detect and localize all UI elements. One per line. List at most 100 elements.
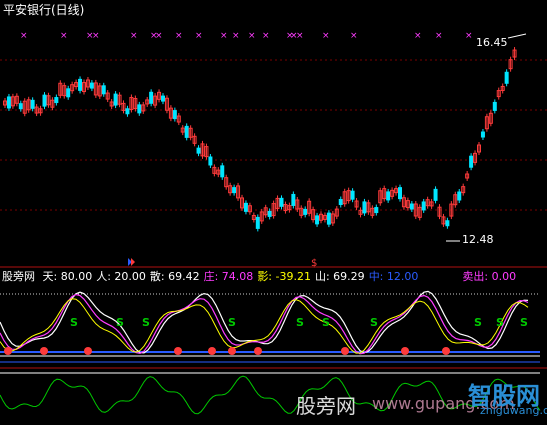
candle-body <box>172 110 177 120</box>
high-price-label: 16.45 <box>476 36 508 49</box>
candle-body <box>113 93 118 106</box>
indicator-field: 卖出: 0.00 <box>462 270 517 283</box>
top-x-mark: × <box>60 31 68 41</box>
candle-body <box>315 215 320 225</box>
candle-body <box>196 147 201 154</box>
candle-body <box>469 155 474 168</box>
candle-body <box>279 197 284 207</box>
candle-body <box>220 165 225 178</box>
sell-marker: S <box>142 316 150 329</box>
indicator-field: 影: -39.21 <box>257 270 311 283</box>
buy-marker <box>254 347 262 355</box>
top-x-mark: × <box>350 31 358 41</box>
sell-marker: S <box>370 316 378 329</box>
sell-marker: S <box>322 316 330 329</box>
candle-body <box>492 101 497 111</box>
top-x-mark: × <box>435 31 443 41</box>
sell-marker: S <box>296 316 304 329</box>
candle-body <box>362 201 367 214</box>
candle-body <box>78 78 83 91</box>
candle-body <box>326 212 331 225</box>
buy-marker <box>174 347 182 355</box>
buy-marker <box>401 347 409 355</box>
indicator-line-magenta <box>0 293 529 355</box>
candle-body <box>350 190 355 200</box>
candle-body <box>433 188 438 201</box>
high-pointer <box>507 33 527 39</box>
top-x-mark: × <box>130 31 138 41</box>
top-x-mark: × <box>155 31 163 41</box>
indicator-line-white <box>0 290 529 354</box>
candle-body <box>291 193 296 206</box>
candle-body <box>445 220 450 227</box>
candle-body <box>208 156 213 166</box>
top-x-mark: × <box>92 31 100 41</box>
candle-body <box>6 96 11 109</box>
indicator-field: 中: 12.00 <box>368 270 419 283</box>
indicator-line-yellow <box>0 298 529 354</box>
top-x-mark: × <box>465 31 473 41</box>
candle-body <box>42 94 47 107</box>
indicator-field: 天: 80.00 <box>42 270 93 283</box>
candle-body <box>386 191 391 201</box>
candle-body <box>457 191 462 201</box>
top-x-mark: × <box>262 31 270 41</box>
candle-body <box>161 95 165 102</box>
candle-body <box>421 201 426 211</box>
indicator-field: 散: 69.42 <box>149 270 200 283</box>
candle-body <box>125 108 130 115</box>
candle-body <box>243 202 248 212</box>
candle-body <box>18 103 23 110</box>
top-x-mark: × <box>232 31 240 41</box>
top-x-markers: × × ×× × ×× × × × × × × ××× × × × × × <box>20 31 473 41</box>
sell-marker: S <box>496 316 504 329</box>
buy-marker <box>208 347 216 355</box>
buy-marker <box>4 347 12 355</box>
marker-red-triangle <box>131 258 135 266</box>
watermark-text: 股旁网 <box>296 394 356 418</box>
sell-marker: S <box>520 316 528 329</box>
buy-marker <box>84 347 92 355</box>
candle-body <box>184 125 189 138</box>
indicator-lines: SSSSSSSSSS <box>0 290 529 355</box>
buy-marker <box>40 347 48 355</box>
low-price-label: 12.48 <box>462 233 494 246</box>
candle-body <box>409 203 414 210</box>
candle-body <box>255 216 260 229</box>
sell-marker: S <box>70 316 78 329</box>
candle-body <box>101 85 106 95</box>
indicator-field: 庄: 74.08 <box>203 270 254 283</box>
candle-body <box>54 97 59 104</box>
top-x-mark: × <box>220 31 228 41</box>
top-x-mark: × <box>322 31 330 41</box>
candle-body <box>303 208 308 215</box>
sell-marker: S <box>116 316 124 329</box>
indicator-header: 股旁网 天: 80.00 人: 20.00 散: 69.42 庄: 74.08 影: -… <box>2 270 524 284</box>
candle-body <box>137 104 142 114</box>
chart-canvas[interactable]: × × ×× × ×× × × × × × × ××× × × × × × SSSSSSSSSS $ <box>0 0 547 425</box>
indicator-name: 股旁网 <box>2 270 35 283</box>
indicator-field: 人: 20.00 <box>96 270 146 283</box>
candle-body <box>398 187 402 200</box>
candle-body <box>89 82 94 89</box>
buy-marker <box>442 347 450 355</box>
top-x-mark: × <box>20 31 28 41</box>
candle-body <box>149 91 154 104</box>
candle-body <box>504 71 509 84</box>
watermark-url: zhiguwang.com <box>480 404 547 417</box>
buy-marker <box>341 347 349 355</box>
indicator-field: 山: 69.29 <box>314 270 365 283</box>
top-x-mark: × <box>296 31 304 41</box>
top-x-mark: × <box>195 31 203 41</box>
candle-body <box>267 210 272 217</box>
marker-s-label: $ <box>311 258 317 269</box>
top-x-mark: × <box>414 31 422 41</box>
candle-body <box>66 88 71 98</box>
candle-body <box>374 207 379 214</box>
candle-body <box>232 187 237 194</box>
top-x-mark: × <box>175 31 183 41</box>
candle-body <box>480 131 485 138</box>
top-x-mark: × <box>248 31 256 41</box>
sell-marker: S <box>228 316 236 329</box>
candlesticks <box>3 47 517 232</box>
